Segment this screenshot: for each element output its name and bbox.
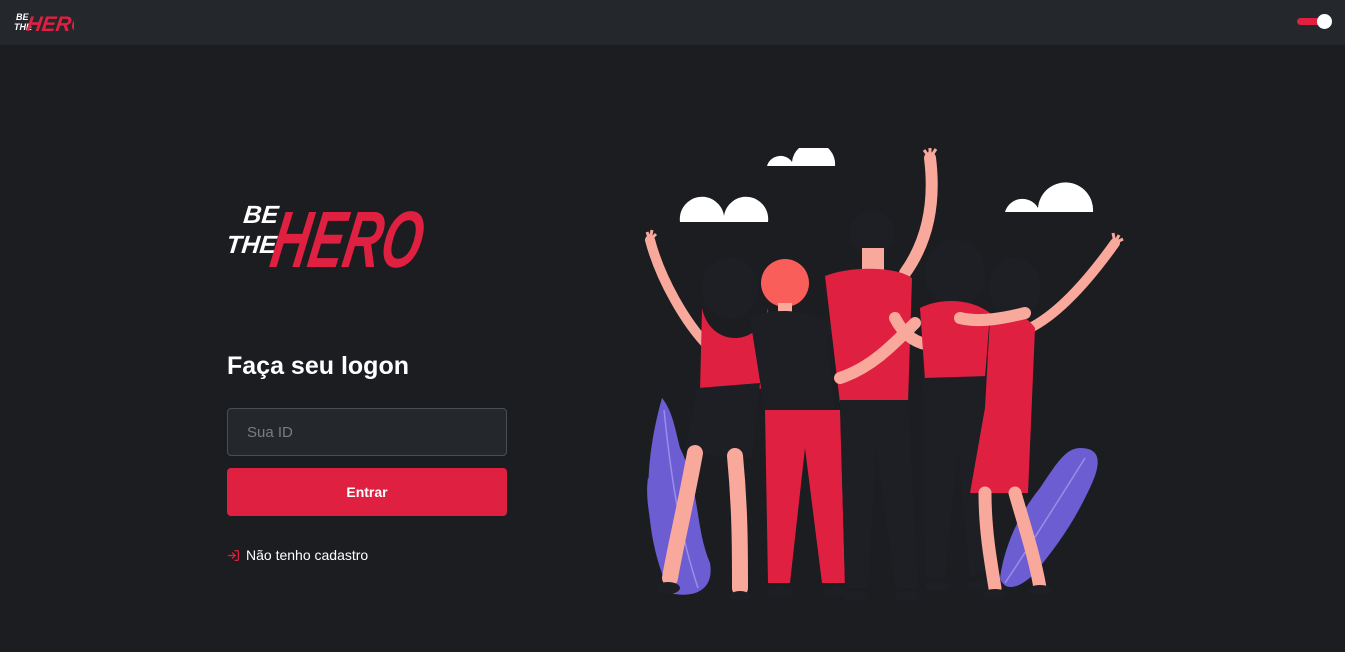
cloud-icon <box>1005 182 1094 212</box>
log-in-icon <box>228 549 239 561</box>
heroes-illustration <box>645 148 1124 601</box>
login-title: Faça seu logon <box>227 352 409 380</box>
logo-hero: HERO <box>265 196 430 275</box>
login-button[interactable]: Entrar <box>227 468 507 516</box>
id-input[interactable] <box>227 408 507 456</box>
register-link-label: Não tenho cadastro <box>246 547 369 563</box>
top-logo[interactable]: BE THE HERO <box>14 9 74 35</box>
top-logo-hero: HERO <box>25 13 74 35</box>
be-the-hero-logo: BE THE HERO <box>225 196 430 275</box>
theme-toggle[interactable] <box>1297 13 1333 30</box>
toggle-knob <box>1317 14 1332 29</box>
cloud-icon <box>679 196 769 222</box>
top-bar: BE THE HERO <box>0 0 1345 45</box>
cloud-icon <box>767 148 836 166</box>
register-link[interactable]: Não tenho cadastro <box>227 545 368 565</box>
